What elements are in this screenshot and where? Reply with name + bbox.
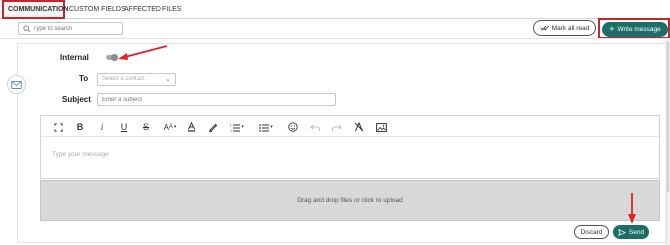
highlight-icon[interactable]: [207, 121, 218, 133]
undo-icon[interactable]: [309, 121, 320, 133]
subject-field[interactable]: [97, 93, 336, 106]
contact-select[interactable]: Select a contact ⌄: [97, 73, 176, 86]
bold-icon[interactable]: B: [75, 121, 85, 133]
message-editor[interactable]: B i U S A A ▾ 1 2 ▾ ▾ Type your message: [40, 115, 660, 179]
subject-label: Subject: [62, 95, 91, 104]
font-color-icon[interactable]: [186, 121, 196, 133]
search-input[interactable]: [33, 24, 119, 34]
tab-custom-fields[interactable]: CUSTOM FIELDS: [69, 0, 126, 19]
write-message-highlight: + Write message: [598, 18, 670, 39]
mark-all-read-button[interactable]: Mark all read: [533, 20, 596, 36]
double-check-icon: [540, 25, 549, 31]
send-button[interactable]: Send: [613, 225, 649, 239]
send-label: Send: [628, 228, 645, 236]
underline-icon[interactable]: U: [119, 121, 129, 133]
subject-input[interactable]: [98, 94, 335, 106]
fullscreen-icon[interactable]: [53, 121, 63, 133]
mark-all-read-label: Mark all read: [551, 24, 590, 32]
tab-bar: COMMUNICATION CUSTOM FIELDS AFFECTED FIL…: [0, 0, 670, 19]
discard-label: Discard: [580, 228, 603, 236]
svg-text:1: 1: [230, 123, 232, 127]
envelope-icon: [7, 75, 26, 94]
redo-icon[interactable]: [331, 121, 342, 133]
svg-text:2: 2: [230, 128, 232, 132]
editor-toolbar: B i U S A A ▾ 1 2 ▾ ▾: [41, 116, 659, 137]
chevron-down-icon: ⌄: [165, 76, 171, 83]
divider: [0, 38, 665, 39]
annotation-arrow-send: [628, 193, 636, 224]
write-message-button[interactable]: + Write message: [602, 22, 668, 37]
emoji-icon[interactable]: [287, 121, 298, 133]
search-icon: [23, 25, 31, 33]
contact-select-placeholder: Select a contact: [102, 76, 145, 82]
numbered-list-icon[interactable]: 1 2 ▾: [229, 121, 245, 133]
dropzone-label: Drag and drop files or click to upload: [297, 197, 403, 204]
plus-icon: +: [609, 24, 615, 34]
font-size-icon[interactable]: A A ▾: [161, 121, 179, 133]
to-label: To: [79, 74, 89, 83]
message-placeholder: Type your message: [52, 151, 109, 158]
tab-affected[interactable]: AFFECTED: [124, 0, 161, 19]
tab-communication[interactable]: COMMUNICATION: [2, 0, 69, 19]
annotation-arrow-toggle: [118, 45, 168, 60]
file-dropzone[interactable]: Drag and drop files or click to upload: [40, 180, 660, 221]
italic-icon[interactable]: i: [97, 121, 107, 133]
search-box[interactable]: [18, 22, 123, 35]
discard-button[interactable]: Discard: [574, 225, 609, 239]
send-icon: [618, 228, 626, 236]
clear-format-icon[interactable]: [353, 121, 364, 133]
internal-label: Internal: [60, 53, 89, 62]
write-message-label: Write message: [617, 26, 661, 33]
image-icon[interactable]: [375, 121, 387, 133]
bulleted-list-icon[interactable]: ▾: [257, 121, 275, 133]
tab-files[interactable]: FILES: [162, 0, 181, 19]
strikethrough-icon[interactable]: S: [141, 121, 151, 133]
